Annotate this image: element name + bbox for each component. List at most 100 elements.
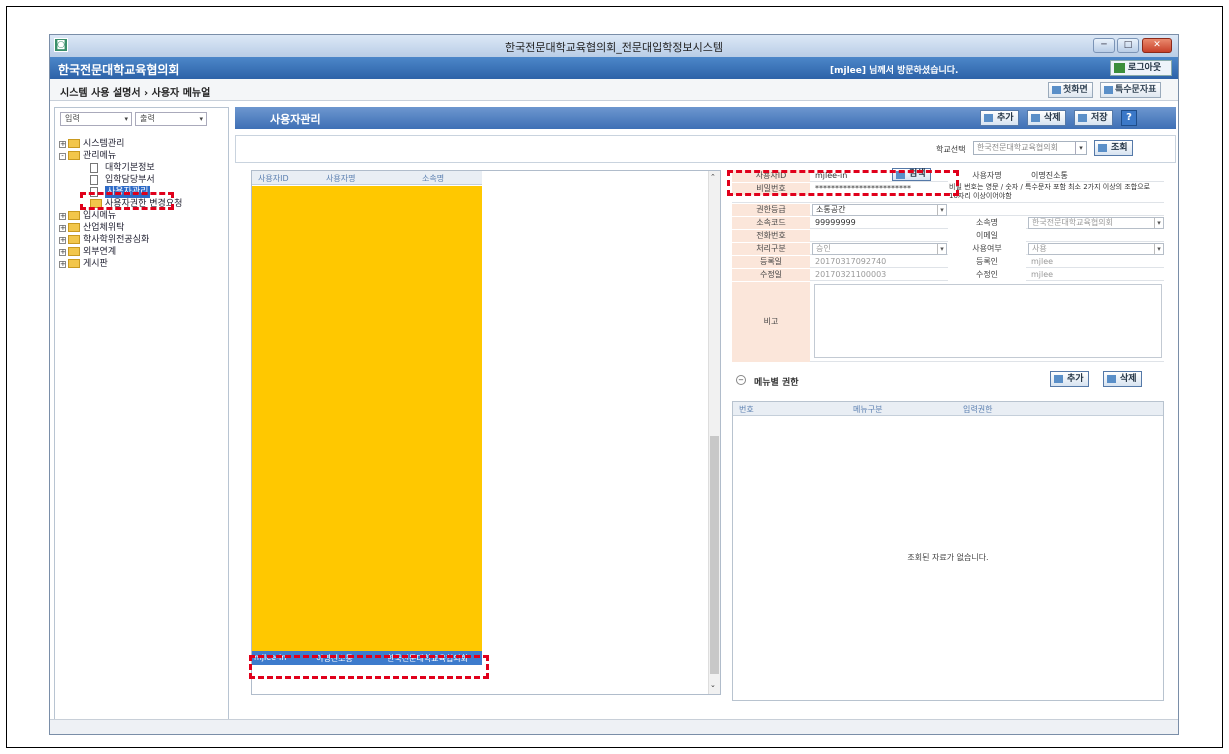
col-user-name: 사용자명 — [326, 174, 356, 183]
mod-date-value: 20170321100003 — [815, 270, 887, 279]
tree-item[interactable]: + 외부연계 — [59, 246, 227, 258]
chevron-down-icon: ▾ — [1154, 244, 1163, 254]
tree-item[interactable]: 대학기본정보 — [59, 162, 227, 174]
delete-button[interactable]: 삭제 — [1027, 110, 1066, 126]
grid-scrollbar[interactable]: ⌃ ⌄ — [708, 171, 720, 694]
password-hint: 비밀 번호는 영문 / 숫자 / 특수문자 포함 최소 2가지 이상의 조합으로… — [949, 183, 1151, 200]
tree-item[interactable]: + 학사학위전공심화 — [59, 234, 227, 246]
add-icon — [1054, 375, 1063, 383]
title-bar: ◙ 한국전문대학교육협의회_전문대입학정보시스템 ─ □ ✕ — [50, 35, 1178, 57]
output-select[interactable]: 출력 ▾ — [135, 112, 207, 126]
memo-row: 비고 — [732, 282, 1164, 362]
app-name: 한국전문대학교육협의회 — [58, 63, 180, 77]
tree-item[interactable]: + 시스템관리 — [59, 138, 227, 150]
tree-item[interactable]: - 관리메뉴 — [59, 150, 227, 162]
nav-bar: 시스템 사용 설명서 › 사용자 메뉴얼 첫화면 특수문자표 — [50, 79, 1178, 101]
search-row: 학교선택 한국전문대학교육협의회 ▾ 조회 — [235, 135, 1176, 163]
tree-item-label: 외부연계 — [83, 247, 117, 257]
reg-date-value: 20170317092740 — [815, 257, 887, 266]
logout-label: 로그아웃 — [1128, 63, 1162, 73]
col-input-permission: 입력권한 — [963, 405, 993, 414]
use-value: 사용 — [1032, 244, 1047, 253]
use-select[interactable]: 사용 ▾ — [1028, 243, 1164, 255]
special-char-button[interactable]: 특수문자표 — [1100, 82, 1162, 98]
first-screen-label: 첫화면 — [1063, 85, 1088, 95]
expand-icon[interactable]: + — [59, 213, 66, 220]
chevron-down-icon: ▾ — [1075, 142, 1086, 154]
scroll-up-icon[interactable]: ⌃ — [710, 173, 716, 181]
org-name-select[interactable]: 한국전문대학교육협의회 ▾ — [1028, 217, 1164, 229]
form-row: 등록일 20170317092740 등록인 mjlee — [732, 256, 1164, 268]
save-button[interactable]: 저장 — [1074, 110, 1113, 126]
email-label: 이메일 — [948, 230, 1026, 242]
expand-icon[interactable]: + — [59, 237, 66, 244]
highlight-auth-level — [727, 170, 959, 196]
close-button[interactable]: ✕ — [1142, 38, 1172, 53]
document-icon — [90, 175, 98, 185]
org-name-label: 소속명 — [948, 217, 1026, 229]
collapse-icon[interactable]: - — [59, 153, 66, 160]
expand-icon[interactable]: + — [59, 225, 66, 232]
scroll-down-icon[interactable]: ⌄ — [710, 681, 716, 689]
tree-item[interactable]: + 게시판 — [59, 258, 227, 270]
folder-icon — [68, 139, 80, 148]
reg-user-value: mjlee — [1031, 257, 1054, 266]
process-select[interactable]: 승인 ▾ — [812, 243, 947, 255]
tree-item-label: 산업체위탁 — [83, 223, 125, 233]
save-label: 저장 — [1091, 113, 1108, 123]
chevron-down-icon: ▾ — [124, 115, 128, 123]
tree-item[interactable]: + 입시메뉴 — [59, 210, 227, 222]
tree-item-label: 입시메뉴 — [83, 211, 117, 221]
memo-textarea[interactable] — [814, 284, 1162, 358]
chevron-down-icon: ▾ — [937, 244, 946, 254]
permission-section: − 메뉴별 권한 추가 삭제 — [732, 370, 1164, 392]
special-char-label: 특수문자표 — [1115, 85, 1157, 95]
process-value: 승인 — [816, 244, 831, 253]
phone-field[interactable] — [812, 230, 947, 242]
table-icon — [1104, 86, 1113, 94]
input-select[interactable]: 입력 ▾ — [60, 112, 132, 126]
org-code-field[interactable]: 99999999 — [812, 217, 947, 229]
collapse-icon[interactable]: − — [736, 375, 746, 385]
mod-user-value: mjlee — [1031, 270, 1054, 279]
org-code-label: 소속코드 — [732, 217, 810, 229]
help-button[interactable]: ? — [1121, 110, 1137, 126]
add-button[interactable]: 추가 — [980, 110, 1019, 126]
col-menu-type: 메뉴구분 — [853, 405, 883, 414]
delete-icon — [1031, 114, 1040, 122]
expand-icon[interactable]: + — [59, 261, 66, 268]
form-row: 처리구분 승인 ▾ 사용여부 사용 ▾ — [732, 243, 1164, 255]
email-field[interactable] — [1028, 230, 1158, 242]
expand-icon[interactable]: + — [59, 141, 66, 148]
tree-item[interactable]: 입학담당부서 — [59, 174, 227, 186]
delete-label: 삭제 — [1044, 113, 1061, 123]
chevron-down-icon: ▾ — [199, 115, 203, 123]
empty-message: 조회된 자료가 없습니다. — [907, 553, 989, 562]
mod-user-label: 수정인 — [948, 269, 1026, 281]
home-icon — [1052, 86, 1061, 94]
add-icon — [984, 114, 993, 122]
user-grid-header: 사용자ID 사용자명 소속명 — [252, 171, 482, 185]
minimize-button[interactable]: ─ — [1093, 38, 1115, 53]
query-button[interactable]: 조회 — [1094, 140, 1133, 156]
memo-label: 비고 — [732, 282, 810, 362]
first-screen-button[interactable]: 첫화면 — [1048, 82, 1093, 98]
query-icon — [1098, 144, 1107, 152]
auth-level-select[interactable]: 소통공간 ▾ — [812, 204, 947, 216]
use-label: 사용여부 — [948, 243, 1026, 255]
user-name-field[interactable]: 이명진소통 — [1028, 170, 1158, 182]
expand-icon[interactable]: + — [59, 249, 66, 256]
scroll-thumb[interactable] — [710, 436, 719, 674]
maximize-button[interactable]: □ — [1117, 38, 1139, 53]
perm-add-button[interactable]: 추가 — [1050, 371, 1089, 387]
tree-item[interactable]: + 산업체위탁 — [59, 222, 227, 234]
folder-icon — [68, 151, 80, 160]
add-label: 추가 — [997, 113, 1014, 123]
logout-button[interactable]: 로그아웃 — [1110, 60, 1172, 76]
school-select[interactable]: 한국전문대학교육협의회 ▾ — [973, 141, 1087, 155]
org-name-value: 한국전문대학교육협의회 — [1032, 218, 1113, 227]
col-org-name: 소속명 — [422, 174, 445, 183]
tree-item-label: 입학담당부서 — [105, 175, 155, 185]
page-title: 사용자관리 — [270, 113, 321, 126]
perm-delete-button[interactable]: 삭제 — [1103, 371, 1142, 387]
